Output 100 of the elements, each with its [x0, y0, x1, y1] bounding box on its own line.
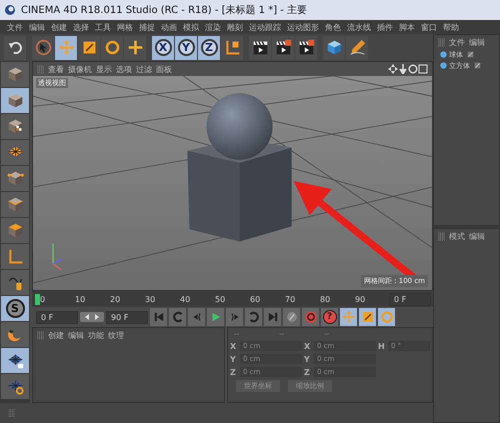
record-icon — [304, 310, 318, 324]
panel-menu-item[interactable]: 编辑 — [469, 230, 485, 242]
playback-button[interactable] — [188, 308, 205, 326]
rotate-icon — [104, 39, 120, 56]
grip-icon — [37, 64, 44, 74]
viewport-menu-item[interactable]: 过滤 — [136, 64, 152, 74]
cube-icon — [6, 66, 24, 83]
grip-icon — [438, 232, 445, 240]
app-logo-icon — [4, 4, 16, 16]
range-slider-icon[interactable] — [80, 312, 104, 322]
tool-button[interactable] — [272, 36, 294, 60]
menu-item[interactable]: 工具 — [92, 22, 114, 32]
axis-icon — [224, 39, 240, 56]
panel-menu-item[interactable]: 纹理 — [108, 330, 124, 340]
menu-item[interactable]: 流水线 — [344, 22, 374, 32]
cube-icon — [6, 196, 24, 213]
checker-cube-icon — [6, 118, 24, 135]
playback-button[interactable] — [245, 308, 262, 326]
help-button[interactable]: ? — [321, 308, 338, 326]
tick-label: 20 — [109, 294, 122, 304]
grip-icon — [8, 409, 16, 417]
menu-item[interactable]: 创建 — [48, 22, 70, 32]
window-title: CINEMA 4D R18.011 Studio (RC - R18) - [未标题 1 *] - 主要 — [21, 4, 308, 17]
pen-icon — [348, 39, 366, 56]
tick-label: 80 — [319, 294, 332, 304]
clapper-icon — [252, 39, 268, 56]
tool-button[interactable] — [323, 36, 345, 60]
current-frame-field[interactable]: 0 F — [389, 292, 431, 306]
viewport-menu-item[interactable]: 查看 — [48, 64, 64, 74]
cube-icon — [6, 92, 24, 109]
grip-icon — [438, 38, 445, 46]
scale-icon — [360, 310, 374, 324]
tick-label: 50 — [214, 294, 226, 304]
menu-item[interactable]: 编辑 — [26, 22, 48, 32]
mode-button[interactable] — [1, 374, 29, 399]
axis-label: Y — [304, 354, 311, 364]
menu-item[interactable]: 模拟 — [180, 22, 202, 32]
snap-button[interactable]: S — [1, 296, 29, 321]
tick-label: 90 — [354, 294, 366, 304]
menu-item[interactable]: 脚本 — [396, 22, 418, 32]
menu-item[interactable]: 渲染 — [202, 22, 224, 32]
playhead[interactable] — [35, 294, 40, 304]
start-frame-field[interactable]: 0 F — [36, 310, 78, 324]
playback-button[interactable] — [359, 308, 376, 326]
clapper-icon — [274, 39, 292, 56]
menu-item[interactable]: 选择 — [70, 22, 92, 32]
playback-button[interactable] — [226, 308, 243, 326]
axis-icon — [6, 248, 24, 265]
navigation-icons[interactable] — [388, 64, 428, 74]
panel-menu-item[interactable]: 编辑 — [469, 36, 485, 48]
menu-item[interactable]: 角色 — [322, 22, 344, 32]
menu-item[interactable]: 帮助 — [440, 22, 462, 32]
menu-item[interactable]: 网格 — [114, 22, 136, 32]
tool-button[interactable] — [249, 36, 271, 60]
sphere-on-cube-drawing[interactable] — [187, 93, 292, 242]
viewport-menu-item[interactable]: 面板 — [156, 64, 172, 74]
menu-item[interactable]: 雕刻 — [224, 22, 246, 32]
axis-label: Y — [230, 354, 237, 364]
playback-button[interactable] — [302, 308, 319, 326]
panel-menu-item[interactable]: 模式 — [449, 230, 465, 242]
tick-label: 0 — [38, 294, 73, 304]
axis-label: Z — [304, 368, 311, 376]
axis-label: X — [230, 342, 238, 350]
mode-button[interactable] — [1, 348, 29, 373]
cube-icon — [6, 170, 24, 187]
axis-label: X — [304, 342, 312, 350]
axis-label: H — [378, 342, 386, 350]
menu-item[interactable]: 捕捉 — [136, 22, 158, 32]
tick-label: 60 — [249, 294, 262, 304]
tick-label: 40 — [179, 294, 192, 304]
tool-button[interactable] — [4, 36, 26, 60]
menu-item[interactable]: 运动跟踪 — [246, 22, 284, 32]
axis-lock-button[interactable]: X — [152, 36, 174, 60]
playback-button[interactable] — [264, 308, 281, 326]
grip-icon — [37, 330, 44, 340]
menu-item[interactable]: 插件 — [374, 22, 396, 32]
axis-lock-button[interactable]: Y — [175, 36, 197, 60]
tick-label: 10 — [74, 294, 86, 304]
menu-item[interactable]: 文件 — [4, 22, 26, 32]
playback-button[interactable] — [169, 308, 186, 326]
end-frame-field[interactable]: 90 F — [106, 310, 148, 324]
tool-button[interactable] — [295, 36, 317, 60]
panel-menu-item[interactable]: 功能 — [88, 330, 104, 340]
menu-item[interactable]: 动画 — [158, 22, 180, 32]
panel-menu-item[interactable]: 编辑 — [68, 330, 84, 340]
scale-icon — [80, 39, 98, 56]
viewport-menu-item[interactable]: 摄像机 — [68, 64, 92, 74]
panel-menu-item[interactable]: 文件 — [449, 36, 465, 48]
viewport-menu-item[interactable]: 显示 — [96, 64, 112, 74]
menu-item[interactable]: 运动图形 — [284, 22, 322, 32]
panel-menu-item[interactable]: 创建 — [48, 330, 64, 340]
clapper-icon — [298, 39, 314, 56]
mode-button[interactable] — [1, 270, 29, 295]
viewport-menu-item[interactable]: 选项 — [116, 64, 132, 74]
playback-button[interactable] — [150, 308, 167, 326]
playback-button[interactable] — [207, 308, 224, 326]
menu-item[interactable]: 窗口 — [418, 22, 440, 32]
timeline-ruler[interactable]: 0 10 20 30 40 50 60 70 80 90 0 F — [32, 291, 433, 307]
playback-button[interactable] — [283, 308, 300, 326]
axis-lock-button[interactable]: Z — [198, 36, 220, 60]
